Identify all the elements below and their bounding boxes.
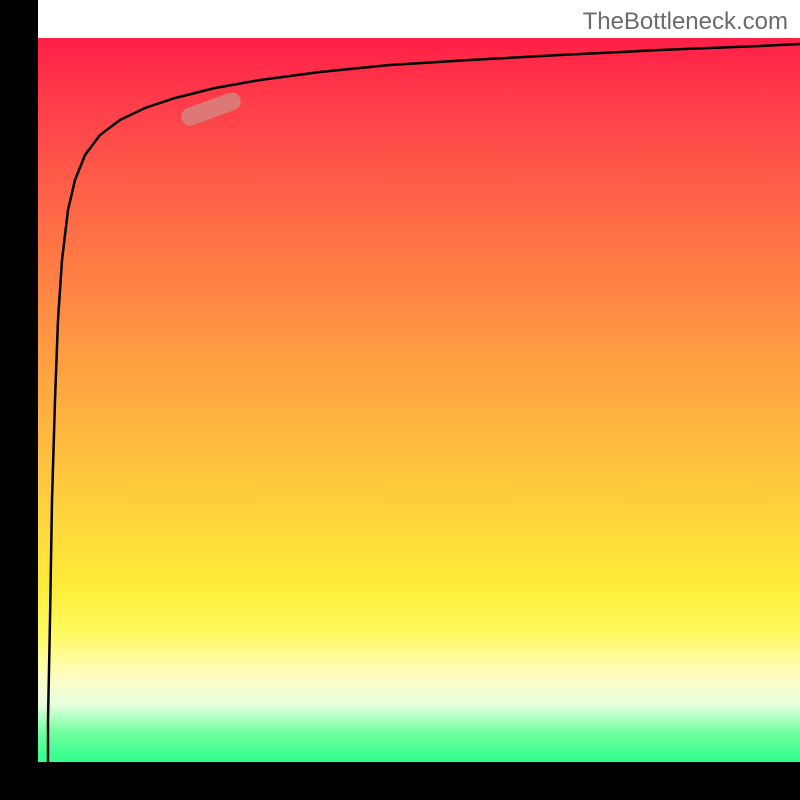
chart-container: TheBottleneck.com: [0, 0, 800, 800]
watermark-text: TheBottleneck.com: [583, 8, 788, 36]
bottleneck-curve: [0, 0, 800, 800]
